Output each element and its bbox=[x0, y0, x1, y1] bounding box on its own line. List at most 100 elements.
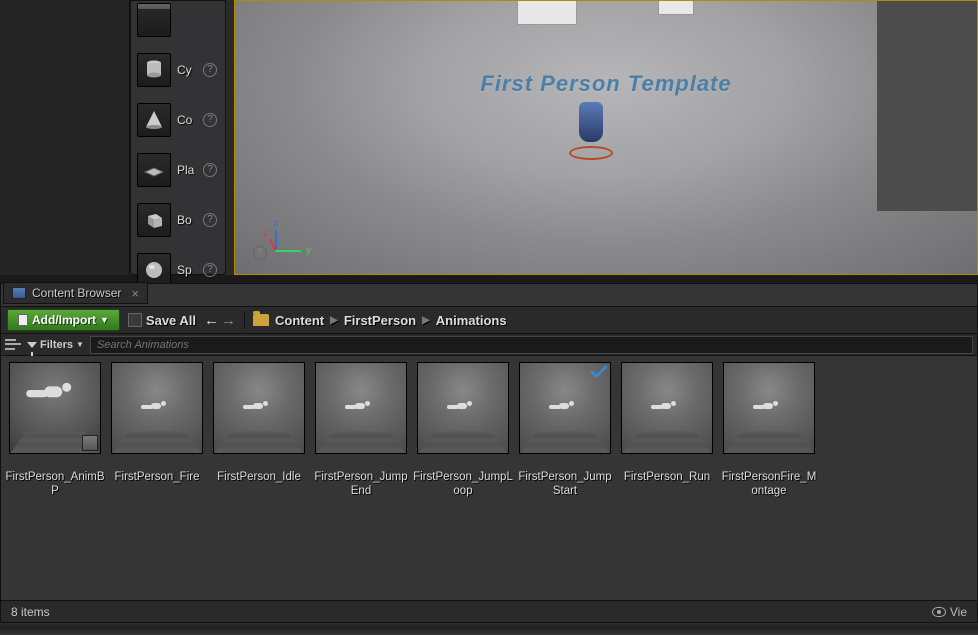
help-icon[interactable]: ? bbox=[203, 263, 217, 277]
level-geometry bbox=[658, 0, 694, 15]
asset-thumbnail bbox=[9, 362, 101, 454]
asset-thumbnail bbox=[111, 362, 203, 454]
level-geometry bbox=[517, 0, 577, 25]
filters-button[interactable]: Filters ▼ bbox=[27, 339, 84, 351]
check-badge-icon bbox=[590, 365, 608, 379]
add-import-label: Add/Import bbox=[32, 313, 96, 327]
cylinder-icon bbox=[137, 53, 171, 87]
shape-cylinder[interactable]: Cy ? bbox=[131, 49, 225, 91]
mannequin-icon bbox=[647, 401, 687, 419]
chevron-right-icon: ▶ bbox=[330, 315, 338, 326]
help-icon[interactable]: ? bbox=[203, 63, 217, 77]
chevron-right-icon: ▶ bbox=[422, 315, 430, 326]
mannequin-icon bbox=[19, 383, 91, 415]
shape-label: Cy bbox=[177, 63, 197, 77]
help-icon[interactable]: ? bbox=[203, 163, 217, 177]
close-icon[interactable]: × bbox=[131, 286, 139, 301]
add-import-button[interactable]: Add/Import ▼ bbox=[7, 309, 120, 331]
asset-tile[interactable]: FirstPerson_JumpStart bbox=[519, 362, 611, 580]
help-icon[interactable]: ? bbox=[203, 113, 217, 127]
asset-label: FirstPerson_Idle bbox=[209, 470, 309, 484]
content-browser-tab[interactable]: Content Browser × bbox=[3, 282, 148, 304]
shape-plane[interactable]: Pla ? bbox=[131, 149, 225, 191]
page-icon bbox=[18, 314, 28, 326]
folder-icon bbox=[253, 314, 269, 326]
asset-label: FirstPerson_JumpLoop bbox=[413, 470, 513, 498]
mannequin-icon bbox=[341, 401, 381, 419]
window-bottom-strip bbox=[0, 623, 978, 635]
asset-tile[interactable]: FirstPerson_AnimBP bbox=[9, 362, 101, 580]
nav-back-button[interactable]: ← bbox=[204, 312, 219, 329]
content-browser-filterbar: Filters ▼ bbox=[1, 334, 977, 356]
content-browser-icon bbox=[12, 287, 26, 299]
nav-history: ← → bbox=[204, 312, 236, 329]
asset-tile[interactable]: FirstPerson_Fire bbox=[111, 362, 203, 580]
view-options-label: Vie bbox=[950, 605, 967, 619]
shape-label: Bo bbox=[177, 213, 197, 227]
view-options-button[interactable]: Vie bbox=[932, 605, 967, 619]
shape-cone[interactable]: Co ? bbox=[131, 99, 225, 141]
toggle-sources-button[interactable] bbox=[5, 338, 21, 352]
asset-tile[interactable]: FirstPersonFire_Montage bbox=[723, 362, 815, 580]
asset-label: FirstPerson_JumpEnd bbox=[311, 470, 411, 498]
asset-label: FirstPerson_AnimBP bbox=[5, 470, 105, 498]
chevron-down-icon: ▼ bbox=[76, 340, 84, 349]
item-count: 8 items bbox=[11, 605, 50, 619]
content-browser-toolbar: Add/Import ▼ Save All ← → Content ▶ Firs… bbox=[1, 306, 977, 334]
asset-thumbnail bbox=[723, 362, 815, 454]
cone-icon bbox=[137, 103, 171, 137]
shape-label: Pla bbox=[177, 163, 197, 177]
content-browser-panel: Content Browser × Add/Import ▼ Save All … bbox=[0, 283, 978, 623]
shape-partial-top[interactable] bbox=[131, 3, 225, 41]
asset-thumbnail bbox=[417, 362, 509, 454]
help-icon[interactable]: ? bbox=[203, 213, 217, 227]
mannequin-icon bbox=[137, 401, 177, 419]
asset-tile[interactable]: FirstPerson_Idle bbox=[213, 362, 305, 580]
mode-panel-left bbox=[0, 0, 130, 275]
asset-thumbnail bbox=[315, 362, 407, 454]
asset-tile[interactable]: FirstPerson_JumpEnd bbox=[315, 362, 407, 580]
save-icon bbox=[128, 313, 142, 327]
nav-forward-button[interactable]: → bbox=[221, 312, 236, 329]
eye-icon bbox=[932, 607, 946, 617]
level-viewport[interactable]: First Person Template ? bbox=[234, 0, 978, 275]
asset-label: FirstPerson_Fire bbox=[107, 470, 207, 484]
asset-tile[interactable]: FirstPerson_JumpLoop bbox=[417, 362, 509, 580]
floor-text: First Person Template bbox=[480, 71, 731, 97]
content-browser-status-bar: 8 items Vie bbox=[1, 600, 977, 622]
chevron-down-icon: ▼ bbox=[100, 315, 109, 325]
shapes-palette: Cy ? Co ? Pla ? Bo ? bbox=[130, 0, 226, 275]
plane-icon bbox=[137, 153, 171, 187]
asset-label: FirstPerson_JumpStart bbox=[515, 470, 615, 498]
shape-thumb bbox=[137, 3, 171, 37]
search-input[interactable] bbox=[90, 336, 973, 354]
mannequin-icon bbox=[545, 401, 585, 419]
asset-label: FirstPerson_Run bbox=[617, 470, 717, 484]
tab-title: Content Browser bbox=[32, 286, 121, 300]
breadcrumb-root[interactable]: Content bbox=[275, 313, 324, 328]
breadcrumb-leaf[interactable]: Animations bbox=[436, 313, 507, 328]
help-icon[interactable]: ? bbox=[253, 246, 267, 260]
mannequin-icon bbox=[443, 401, 483, 419]
save-all-label: Save All bbox=[146, 313, 196, 328]
asset-thumbnail bbox=[213, 362, 305, 454]
box-icon bbox=[137, 203, 171, 237]
blueprint-badge-icon bbox=[82, 435, 98, 451]
breadcrumb: Content ▶ FirstPerson ▶ Animations bbox=[253, 313, 507, 328]
filters-label: Filters bbox=[40, 339, 73, 351]
shape-box[interactable]: Bo ? bbox=[131, 199, 225, 241]
player-start-pawn[interactable] bbox=[569, 96, 613, 160]
mannequin-icon bbox=[239, 401, 279, 419]
breadcrumb-item[interactable]: FirstPerson bbox=[344, 313, 416, 328]
assets-grid: FirstPerson_AnimBPFirstPerson_FireFirstP… bbox=[1, 356, 977, 586]
asset-tile[interactable]: FirstPerson_Run bbox=[621, 362, 713, 580]
asset-thumbnail bbox=[621, 362, 713, 454]
shape-label: Co bbox=[177, 113, 197, 127]
funnel-icon bbox=[27, 342, 37, 348]
level-wall bbox=[877, 0, 977, 211]
axis-gizmo bbox=[265, 222, 315, 262]
mannequin-icon bbox=[749, 401, 789, 419]
asset-label: FirstPersonFire_Montage bbox=[719, 470, 819, 498]
save-all-button[interactable]: Save All bbox=[128, 313, 196, 328]
asset-thumbnail bbox=[519, 362, 611, 454]
